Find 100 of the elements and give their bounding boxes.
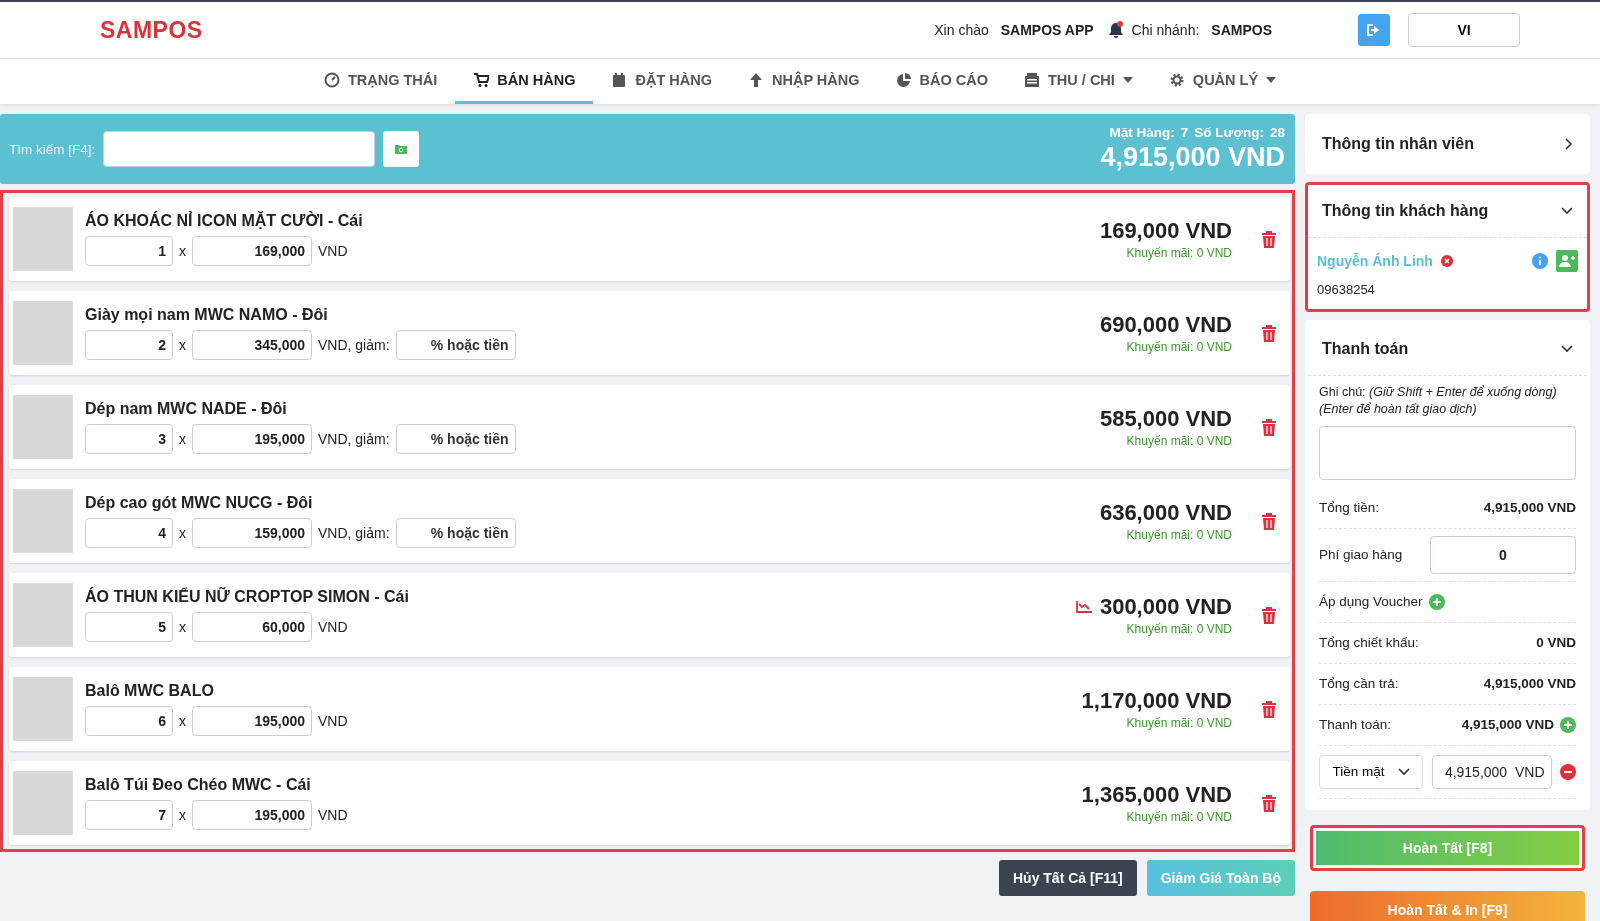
times-sign: x [179, 243, 186, 259]
times-sign: x [179, 619, 186, 635]
gauge-icon[interactable] [323, 72, 340, 88]
currency-label: VND, giảm: [318, 525, 390, 541]
chevron-right-icon[interactable] [1565, 138, 1573, 150]
trash-icon[interactable] [1262, 512, 1276, 530]
caret-icon[interactable] [1122, 77, 1133, 83]
discount-field[interactable]: % hoặc tiền [395, 518, 516, 548]
chevron-down-icon[interactable] [1561, 207, 1573, 215]
price-field[interactable]: 195,000 [192, 424, 312, 454]
remove-icon[interactable] [1440, 255, 1453, 267]
product-name: Balô Túi Đeo Chéo MWC - Cái [85, 776, 312, 794]
discount-field[interactable]: % hoặc tiền [395, 330, 516, 360]
plus-circle-icon[interactable] [1560, 716, 1576, 733]
times-sign: x [179, 337, 186, 353]
times-sign: x [179, 713, 186, 729]
pie-chart-icon[interactable] [895, 72, 912, 88]
chevron-down-icon[interactable] [1561, 345, 1573, 353]
price-field[interactable]: 345,000 [192, 330, 312, 360]
currency-label: VND [318, 807, 348, 823]
currency-label: VND, giảm: [318, 337, 390, 353]
payment-method-select[interactable]: Tiền mặt [1319, 754, 1423, 789]
quantity-field[interactable]: 7 [85, 800, 173, 830]
logout-button[interactable] [1358, 14, 1390, 46]
payment-amount-field[interactable]: 4,915,000 VND [1431, 754, 1552, 789]
payment-value: 4,915,000 VND [1461, 717, 1554, 733]
price-field[interactable]: 195,000 [192, 800, 312, 830]
currency-label: VND [318, 243, 348, 259]
bell-icon[interactable] [1107, 21, 1124, 39]
photo-placeholder [13, 583, 73, 647]
product-name: ÁO THUN KIỂU NỮ CROPTOP SIMON - Cái [85, 588, 409, 606]
plus-circle-icon[interactable] [1428, 593, 1445, 610]
product-name: Dép nam MWC NADE - Đôi [85, 400, 288, 418]
times-sign: x [179, 807, 186, 823]
discount-field[interactable]: % hoặc tiền [395, 424, 516, 454]
greeting: Xin chào [934, 22, 989, 38]
nav-tab[interactable]: BÁN HÀNG [455, 59, 594, 104]
trash-icon[interactable] [1262, 606, 1276, 624]
quantity-count: 28 [1269, 125, 1285, 140]
trash-icon[interactable] [1262, 700, 1276, 718]
photo-placeholder [13, 677, 73, 741]
trash-icon[interactable] [1262, 324, 1276, 342]
calendar-icon[interactable] [611, 72, 628, 88]
promotion-text: Khuyến mãi: 0 VND [1126, 810, 1232, 824]
promotion-text: Khuyến mãi: 0 VND [1126, 434, 1232, 448]
photo-placeholder [13, 489, 73, 553]
quantity-field[interactable]: 2 [85, 330, 173, 360]
trash-icon[interactable] [1262, 794, 1276, 812]
summary-value: 4,915,000 VND [1483, 500, 1576, 516]
search-field[interactable] [103, 131, 376, 167]
search-label: Tìm kiếm [F4]: [9, 141, 96, 157]
section-title: Thanh toán [1322, 340, 1409, 358]
nav-tab[interactable]: ĐẶT HÀNG [593, 59, 730, 104]
logo: SAMPOS [100, 16, 203, 44]
items-count: 7 [1180, 125, 1189, 140]
price-field[interactable]: 169,000 [192, 236, 312, 266]
summary-value: 0 VND [1536, 635, 1576, 651]
minus-circle-icon[interactable] [1560, 763, 1576, 780]
cart-icon[interactable] [473, 72, 490, 88]
price-field[interactable]: 159,000 [192, 518, 312, 548]
info-icon[interactable] [1532, 253, 1548, 269]
nav-tab[interactable]: THU / CHI [1006, 59, 1151, 104]
summary-label: Tổng tiền: [1319, 500, 1380, 516]
language-button[interactable]: VI [1408, 13, 1520, 47]
nav-tab[interactable]: NHẬP HÀNG [729, 59, 878, 104]
arrow-up-icon[interactable] [747, 72, 764, 88]
folder-search-icon[interactable] [395, 144, 408, 154]
promotion-text: Khuyến mãi: 0 VND [1126, 622, 1232, 636]
quantity-field[interactable]: 4 [85, 518, 173, 548]
line-total: 1,365,000 VND [1081, 782, 1232, 808]
promotion-text: Khuyến mãi: 0 VND [1126, 716, 1232, 730]
nav-tab[interactable]: TRẠNG THÁI [305, 59, 456, 104]
quantity-field[interactable]: 6 [85, 706, 173, 736]
section-title: Thông tin khách hàng [1322, 202, 1489, 220]
cart-action-button[interactable]: Hủy Tất Cả [F11] [999, 860, 1137, 896]
quantity-field[interactable]: 3 [85, 424, 173, 454]
trash-icon[interactable] [1262, 418, 1276, 436]
nav-tab[interactable]: QUẢN LÝ [1150, 59, 1295, 104]
note-field[interactable] [1319, 425, 1576, 480]
product-name: Giày mọi nam MWC NAMO - Đôi [85, 306, 329, 324]
price-field[interactable]: 195,000 [192, 706, 312, 736]
note-label: Ghi chú: (Giữ Shift + Enter để xuống dòng) (Enter để hoàn tất giao dịch) [1319, 384, 1558, 418]
trash-icon[interactable] [1262, 230, 1276, 248]
caret-icon[interactable] [1266, 77, 1277, 83]
quantity-field[interactable]: 5 [85, 612, 173, 642]
add-user-icon[interactable] [1556, 250, 1578, 272]
price-field[interactable]: 60,000 [192, 612, 312, 642]
settings-icon[interactable] [1168, 72, 1185, 88]
promotion-text: Khuyến mãi: 0 VND [1126, 246, 1232, 260]
chevron-down-icon[interactable] [1397, 767, 1410, 776]
line-total: 636,000 VND [1099, 500, 1232, 526]
branch-name: SAMPOS [1211, 22, 1272, 38]
times-sign: x [179, 525, 186, 541]
shipping-fee-field[interactable]: 0 [1430, 535, 1576, 574]
quantity-field[interactable]: 1 [85, 236, 173, 266]
search-button[interactable] [383, 131, 420, 167]
voucher-label: Áp dụng Voucher [1319, 594, 1423, 610]
promotion-text: Khuyến mãi: 0 VND [1126, 340, 1232, 354]
nav-tab[interactable]: BÁO CÁO [877, 59, 1006, 104]
cash-register-icon[interactable] [1024, 72, 1040, 88]
